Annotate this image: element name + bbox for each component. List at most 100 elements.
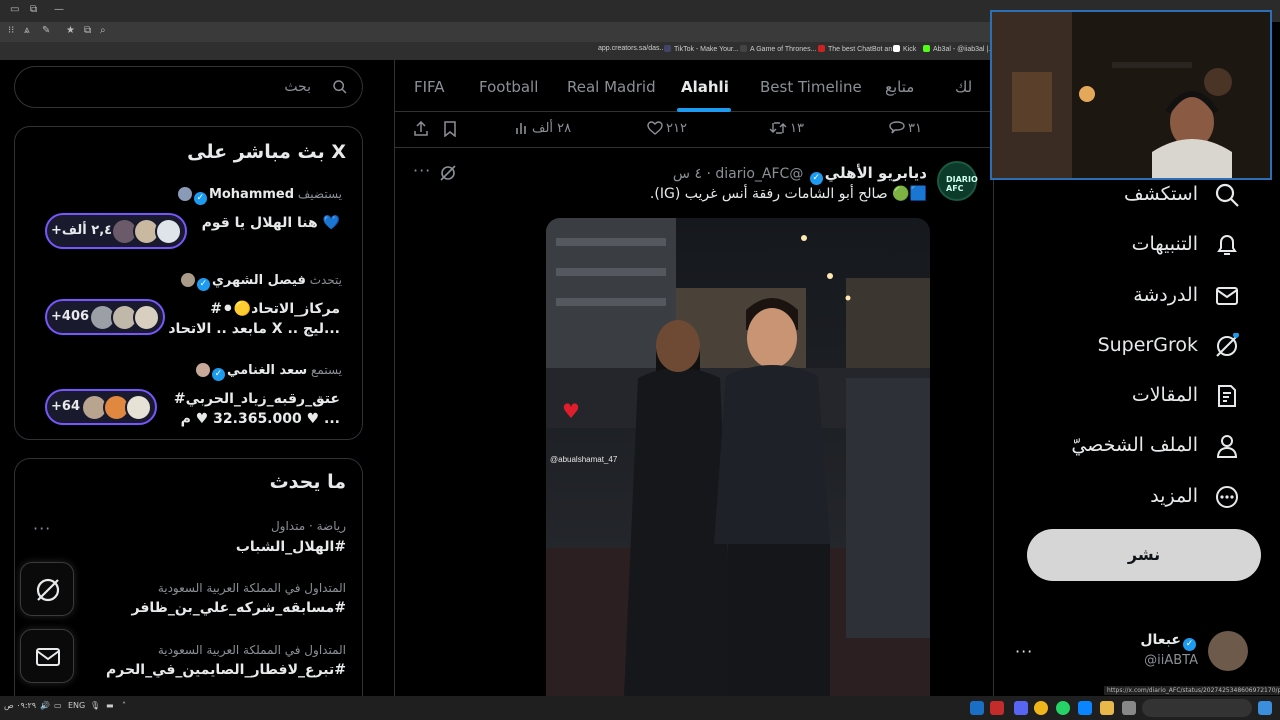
space-title-line: ... ♥ 32.365.000 ♥ م (180, 411, 340, 427)
tab-real-madrid[interactable]: Real Madrid (567, 78, 656, 96)
chrome-icon[interactable] (1034, 701, 1048, 715)
discord-icon[interactable] (1014, 701, 1028, 715)
bookmark-star-icon[interactable]: ★ (66, 25, 75, 36)
windows-start-icon[interactable] (1258, 701, 1272, 715)
space-title[interactable]: 💙 هنا الهلال يا قوم (202, 213, 340, 233)
listener-count: +64 (51, 399, 80, 414)
chevron-up-icon[interactable]: ˄ (122, 701, 126, 710)
tab-best-timeline[interactable]: Best Timeline (760, 78, 862, 96)
keyboard-icon[interactable]: ▬ (106, 701, 114, 710)
grok-icon[interactable] (439, 164, 457, 182)
space-listeners-pill[interactable]: +٢,٤ ألف (45, 213, 187, 249)
messages-float-button[interactable] (20, 629, 74, 683)
app-icon[interactable] (1078, 701, 1092, 715)
tweet-author-handle[interactable]: @diario_AFC (715, 166, 803, 182)
tweet-author-avatar[interactable]: DIARIO AFC (937, 161, 978, 201)
bookmark-item[interactable]: A Game of Thrones... (740, 45, 816, 53)
tab-football[interactable]: Football (479, 78, 538, 96)
app-icon[interactable] (1122, 701, 1136, 715)
space-user-name: سعد الغنامي (226, 363, 308, 378)
space-title[interactable]: عتق_رقبه_زياد_الحربي# ... ♥ 32.365.000 ♥… (174, 389, 340, 429)
verified-icon: ✓ (196, 278, 210, 291)
mic-icon[interactable]: 🎙 (90, 701, 100, 710)
folder-icon[interactable] (1100, 701, 1114, 715)
repost-icon (769, 122, 787, 134)
bookmark-item[interactable]: TikTok - Make Your... (664, 45, 739, 53)
account-handle: @iiABTA (1144, 653, 1198, 668)
tab-for-you[interactable]: لك (955, 78, 972, 96)
space-user-name: Mohammed (208, 187, 295, 202)
tab-icon[interactable]: ⧉ (84, 25, 91, 36)
whatsapp-icon[interactable] (1056, 701, 1070, 715)
tweet-time[interactable]: ٤ س (673, 166, 702, 182)
article-icon (1218, 385, 1236, 407)
window-minimize-icon[interactable]: — (54, 4, 64, 15)
reply-button[interactable]: ٣١ (889, 121, 922, 136)
space-host[interactable]: يستضيف Mohammed✓ (174, 187, 342, 205)
nav-label: SuperGrok (1097, 334, 1198, 356)
tweet-author-name[interactable]: ديابريو الأهلي (825, 164, 927, 182)
trend-tag[interactable]: #تبرع_لافطار_الصايمين_في_الحرم (106, 662, 346, 678)
tweet-photo[interactable]: @abualshamat_47 ♥ (546, 218, 930, 696)
bookmark-item[interactable]: Ab3al - @iiab3al |... (923, 45, 994, 53)
window-restore-icon[interactable]: ▭ (10, 4, 19, 15)
share-icon (414, 120, 428, 136)
bookmark-item[interactable]: The best ChatBot an... (818, 45, 898, 53)
views-count[interactable]: ٢٨ ألف (515, 121, 571, 136)
bookmark-item[interactable]: Kick (893, 45, 916, 53)
trend-meta: المتداول في المملكة العربية السعودية (157, 581, 346, 595)
space-listeners-pill[interactable]: +64 (45, 389, 157, 425)
tab-following[interactable]: متابع (885, 78, 914, 96)
window-tile-icon[interactable]: ⧉ (30, 4, 37, 15)
webcam-overlay (990, 10, 1272, 180)
nav-notifications[interactable]: التنبيهات (1120, 230, 1240, 260)
nav-explore[interactable]: استكشف (1110, 180, 1240, 210)
tweet-more-button[interactable]: ··· (413, 161, 431, 180)
search-box[interactable] (14, 66, 363, 108)
nav-label: المقالات (1131, 384, 1198, 406)
bookmark-item[interactable]: app.creators.sa/das... (598, 45, 665, 52)
tab-fifa[interactable]: FIFA (414, 78, 445, 96)
nav-articles[interactable]: المقالات (1120, 381, 1240, 411)
space-host[interactable]: يتحدث فيصل الشهري✓ (177, 273, 342, 291)
space-title[interactable]: مركاز_الاتحاد🟡⚫# ...ليج .. X مابعد .. ال… (168, 299, 340, 339)
app-icon[interactable]: ⩓ (24, 25, 30, 36)
account-more-button[interactable]: ··· (1015, 642, 1033, 661)
space-host[interactable]: يستمع سعد الغنامي✓ (192, 363, 342, 381)
trend-more-button[interactable]: ··· (33, 519, 51, 538)
nav-profile[interactable]: الملف الشخصيّ (1060, 431, 1240, 461)
like-button[interactable]: ٢١٢ (647, 121, 687, 136)
app-icon[interactable] (990, 701, 1004, 715)
language-indicator[interactable]: ENG (68, 701, 85, 710)
grok-float-button[interactable] (20, 562, 74, 616)
nav-chat[interactable]: الدردشة (1120, 281, 1240, 311)
repost-button[interactable]: ١٣ (769, 121, 804, 136)
tab-alahli[interactable]: Alahli (681, 78, 729, 96)
timeline: FIFA Football Real Madrid Alahli Best Ti… (394, 60, 995, 696)
nav-more[interactable]: المزيد (1130, 482, 1240, 512)
account-name[interactable]: ✓عبعال (1140, 632, 1198, 651)
share-button[interactable] (413, 120, 432, 138)
bookmark-button[interactable] (443, 121, 460, 138)
extension-icon[interactable]: ⁝⁝ (8, 25, 14, 36)
trend-tag[interactable]: #الهلال_الشباب (236, 539, 346, 555)
bell-icon (1217, 235, 1237, 255)
clock[interactable]: ٠٩:٢٩ ص (4, 701, 36, 710)
views-icon (516, 123, 526, 134)
nav-supergrok[interactable]: SuperGrok (1098, 331, 1240, 361)
trend-tag[interactable]: #مسابقه_شركه_علي_بن_ظافر (132, 600, 346, 616)
screenshot-icon[interactable]: ✎ (42, 25, 50, 36)
search-input[interactable] (15, 67, 315, 107)
reposts-value: ١٣ (790, 121, 804, 136)
nav-label: الدردشة (1133, 284, 1198, 306)
network-icon[interactable]: ▭ (54, 701, 62, 710)
steam-icon[interactable] (970, 701, 984, 715)
space-listeners-pill[interactable]: +406 (45, 299, 165, 335)
post-button[interactable]: نشر (1027, 529, 1261, 581)
taskbar-search[interactable] (1142, 699, 1252, 717)
account-avatar[interactable] (1208, 631, 1248, 671)
volume-icon[interactable]: 🔊 (40, 701, 50, 710)
trends-title: ما يحدث (269, 471, 346, 493)
grok-icon (36, 578, 60, 602)
zoom-icon[interactable]: ⌕ (100, 25, 106, 36)
